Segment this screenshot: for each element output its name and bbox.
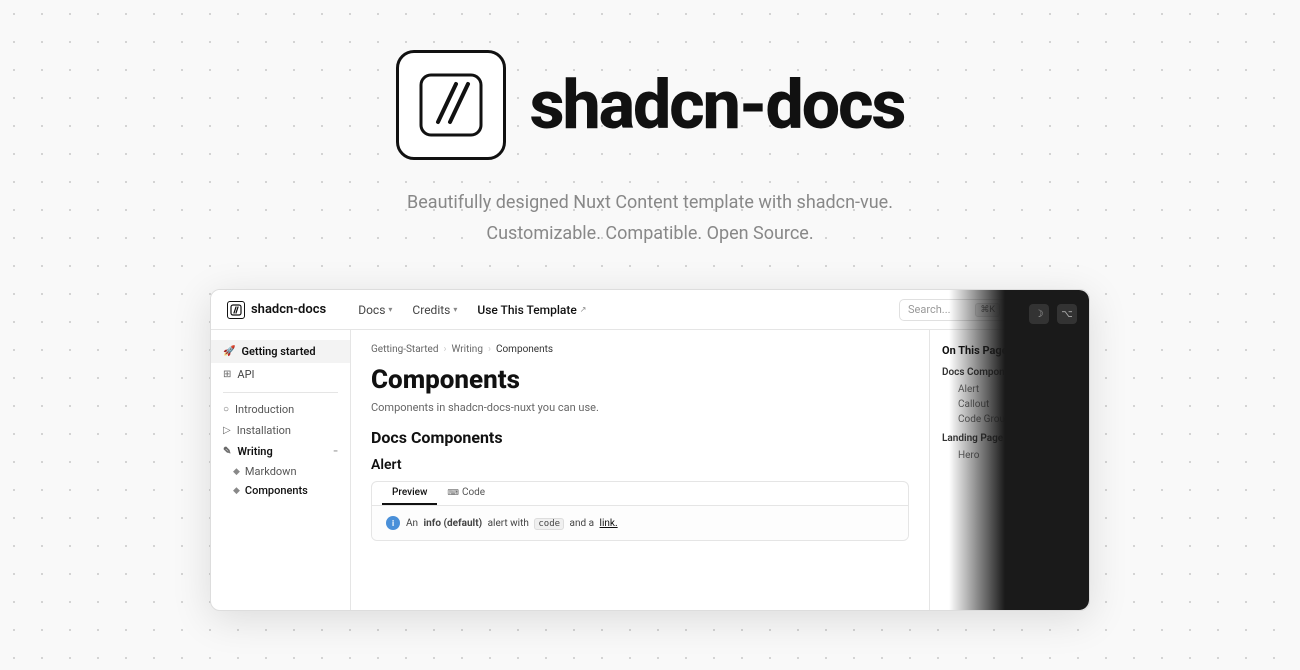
template-arrow: ↗ — [580, 305, 587, 314]
alert-heading: Alert — [371, 457, 909, 473]
sidebar-components[interactable]: ◆ Components — [211, 481, 350, 500]
overlay-icons: ☽ ⌥ — [1029, 298, 1077, 324]
sidebar-getting-started[interactable]: 🚀 Getting started — [211, 340, 350, 363]
page-desc: Components in shadcn-docs-nuxt you can u… — [371, 401, 909, 414]
sidebar-introduction[interactable]: ○ Introduction — [211, 399, 350, 420]
sidebar: 🚀 Getting started ⊞ API ○ Introduction ▷… — [211, 330, 351, 610]
breadcrumb-sep-1: › — [444, 344, 447, 355]
nav-docs[interactable]: Docs ▾ — [350, 299, 400, 321]
info-icon: i — [386, 516, 400, 530]
rocket-icon: 🚀 — [223, 346, 235, 357]
nav-credits[interactable]: Credits ▾ — [404, 299, 465, 321]
sidebar-markdown[interactable]: ◆ Markdown — [211, 462, 350, 481]
hero-title: shadcn-docs — [530, 65, 905, 145]
breadcrumb-writing[interactable]: Writing — [452, 344, 483, 355]
nav-brand: shadcn-docs — [227, 301, 326, 319]
search-placeholder-text: Search... — [908, 303, 951, 316]
content-wrapper: shadcn-docs Beautifully designed Nuxt Co… — [0, 0, 1300, 611]
sidebar-installation[interactable]: ▷ Installation — [211, 420, 350, 441]
overlay-github-icon[interactable]: ⌥ — [1057, 304, 1077, 324]
hero-header: shadcn-docs — [396, 50, 905, 160]
alert-type: info (default) — [424, 518, 483, 529]
main-content: Getting-Started › Writing › Components C… — [351, 330, 929, 610]
hero-subtitle: Beautifully designed Nuxt Content templa… — [407, 188, 893, 249]
brand-label: shadcn-docs — [251, 302, 326, 317]
breadcrumb-components: Components — [496, 344, 553, 355]
alert-link[interactable]: link. — [600, 518, 618, 529]
writing-collapse-icon: − — [333, 447, 338, 457]
code-tab[interactable]: ⌨ Code — [437, 482, 495, 505]
nav-links: Docs ▾ Credits ▾ Use This Template ↗ — [350, 299, 899, 321]
logo-box — [396, 50, 506, 160]
grid-icon: ⊞ — [223, 369, 231, 380]
sidebar-divider — [223, 392, 338, 393]
overlay-moon-icon[interactable]: ☽ — [1029, 304, 1049, 324]
breadcrumb-sep-2: › — [488, 344, 491, 355]
diamond-icon: ◆ — [233, 486, 240, 496]
browser-mockup: ☽ ⌥ shadcn-docs Docs ▾ — [210, 289, 1090, 611]
breadcrumb-getting-started[interactable]: Getting-Started — [371, 344, 439, 355]
alert-code: code — [534, 518, 564, 530]
section-heading: Docs Components — [371, 428, 909, 447]
preview-tab[interactable]: Preview — [382, 482, 437, 505]
credits-arrow: ▾ — [453, 305, 457, 314]
alert-text: An info (default) alert with code and a … — [406, 518, 618, 529]
brand-logo-small — [230, 304, 242, 316]
page-title: Components — [371, 365, 909, 395]
brand-icon — [227, 301, 245, 319]
docs-arrow: ▾ — [388, 305, 392, 314]
sidebar-writing[interactable]: ✎ Writing − — [211, 441, 350, 462]
preview-card: Preview ⌨ Code i An info (default) alert… — [371, 481, 909, 541]
preview-tabs: Preview ⌨ Code — [372, 482, 908, 506]
dark-overlay: ☽ ⌥ — [949, 290, 1089, 610]
nav-use-template[interactable]: Use This Template ↗ — [469, 299, 594, 321]
diamond-small-icon: ◆ — [233, 467, 240, 477]
preview-content: i An info (default) alert with code and … — [372, 506, 908, 540]
breadcrumb: Getting-Started › Writing › Components — [371, 344, 909, 355]
circle-icon: ○ — [223, 404, 229, 415]
logo-icon — [416, 70, 486, 140]
code-icon: ⌨ — [447, 488, 459, 497]
pen-icon: ✎ — [223, 446, 231, 457]
triangle-icon: ▷ — [223, 425, 231, 436]
sidebar-api[interactable]: ⊞ API — [211, 363, 350, 386]
